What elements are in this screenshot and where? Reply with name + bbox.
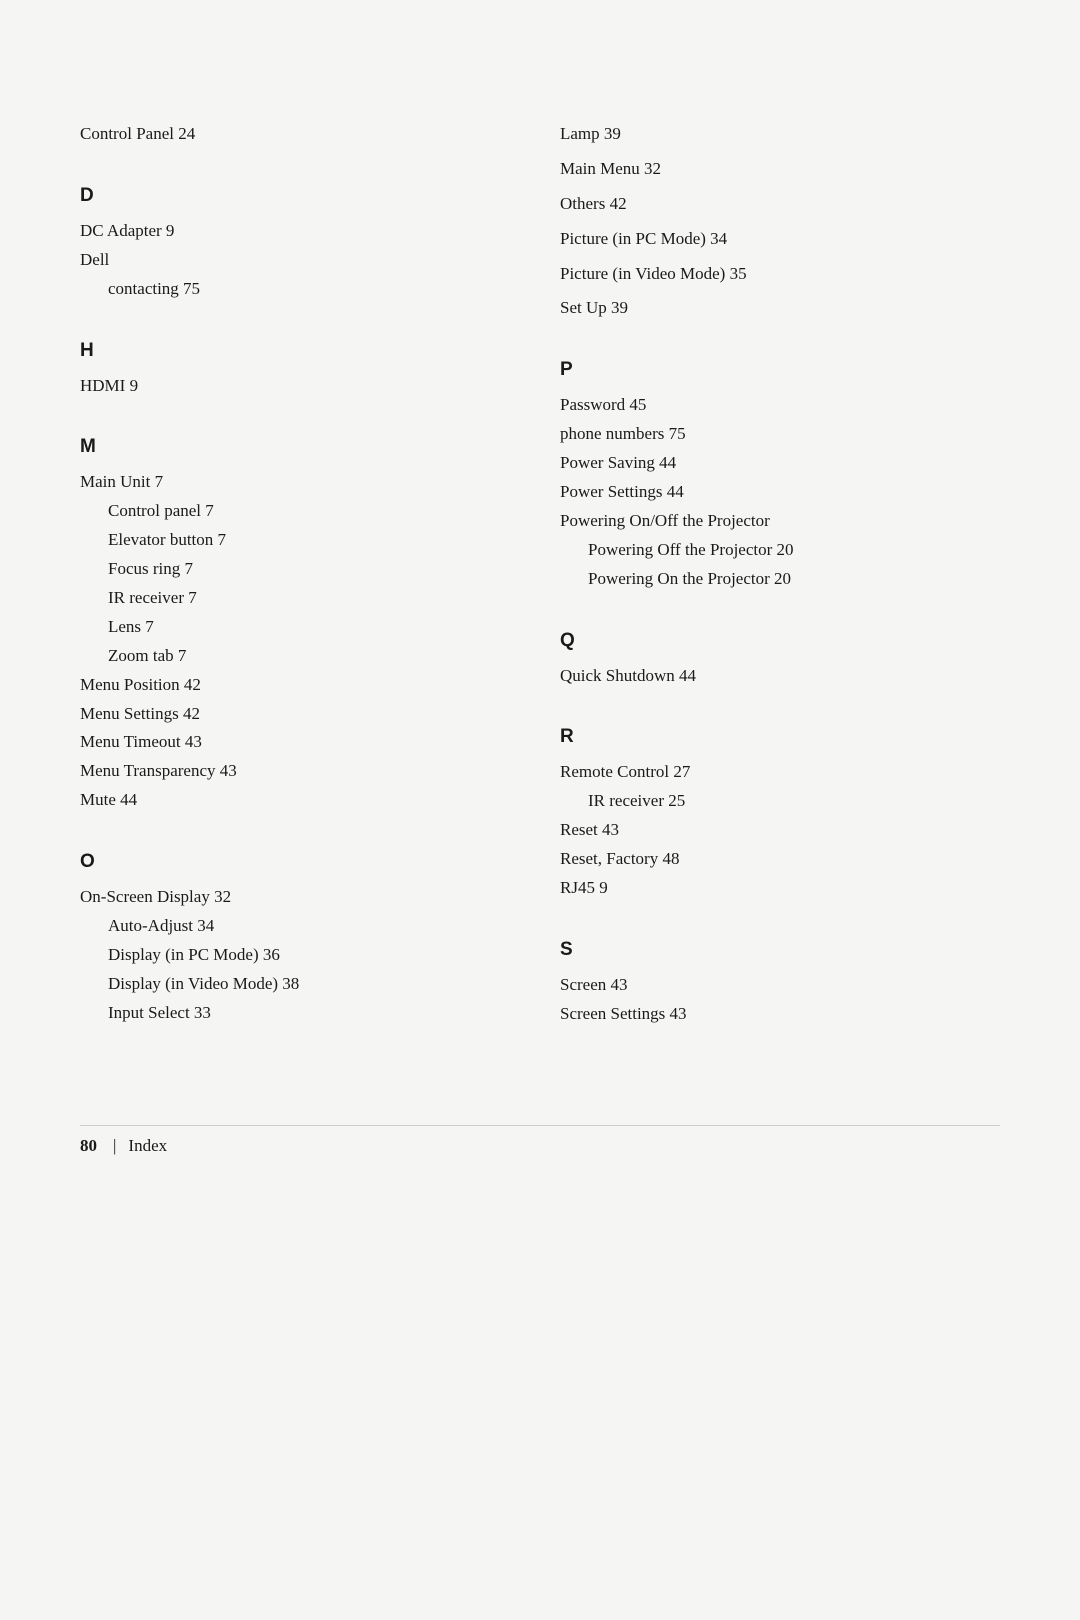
entry-hdmi: HDMI 9 [80,372,520,401]
section-h: H HDMI 9 [80,340,520,401]
entry-menu-settings: Menu Settings 42 [80,700,520,729]
page-footer: 80 | Index [80,1125,1000,1156]
entry-menu-timeout: Menu Timeout 43 [80,728,520,757]
entry-screen: Screen 43 [560,971,1000,1000]
entry-ir-receiver-m: IR receiver 7 [80,584,520,613]
entry-mute: Mute 44 [80,786,520,815]
entry-password: Password 45 [560,391,1000,420]
entry-on-screen-display: On-Screen Display 32 [80,883,520,912]
section-header-p: P [560,359,1000,381]
right-column: Lamp 39 Main Menu 32 Others 42 Picture (… [560,120,1000,1065]
entry-ir-receiver-r: IR receiver 25 [560,787,1000,816]
entry-menu-position: Menu Position 42 [80,671,520,700]
entry-auto-adjust: Auto-Adjust 34 [80,912,520,941]
entry-dell: Dell [80,246,520,275]
entry-quick-shutdown: Quick Shutdown 44 [560,662,1000,691]
left-top-entry-0: Control Panel 24 [80,120,520,149]
entry-reset-factory: Reset, Factory 48 [560,845,1000,874]
entry-contacting: contacting 75 [80,275,520,304]
entry-power-settings: Power Settings 44 [560,478,1000,507]
entry-main-unit: Main Unit 7 [80,468,520,497]
section-header-r: R [560,726,1000,748]
entry-zoom-tab: Zoom tab 7 [80,642,520,671]
entry-menu-transparency: Menu Transparency 43 [80,757,520,786]
entry-focus-ring: Focus ring 7 [80,555,520,584]
entry-display-pc-mode: Display (in PC Mode) 36 [80,941,520,970]
entry-remote-control: Remote Control 27 [560,758,1000,787]
left-top-entry-text-0: Control Panel 24 [80,124,195,143]
right-top-entries: Lamp 39 Main Menu 32 Others 42 Picture (… [560,120,1000,323]
section-header-h: H [80,340,520,362]
right-top-entry-2: Others 42 [560,190,1000,219]
section-q: Q Quick Shutdown 44 [560,630,1000,691]
entry-display-video-mode: Display (in Video Mode) 38 [80,970,520,999]
section-header-s: S [560,939,1000,961]
right-top-entry-4: Picture (in Video Mode) 35 [560,260,1000,289]
right-top-entry-5: Set Up 39 [560,294,1000,323]
entry-rj45: RJ45 9 [560,874,1000,903]
left-column: Control Panel 24 D DC Adapter 9 Dell con… [80,120,520,1065]
entry-dc-adapter: DC Adapter 9 [80,217,520,246]
entry-control-panel: Control panel 7 [80,497,520,526]
footer-label: Index [128,1136,167,1156]
section-p: P Password 45 phone numbers 75 Power Sav… [560,359,1000,593]
section-header-o: O [80,851,520,873]
entry-power-saving: Power Saving 44 [560,449,1000,478]
section-header-q: Q [560,630,1000,652]
entry-powering-on-off: Powering On/Off the Projector [560,507,1000,536]
page-number: 80 [80,1136,97,1156]
section-r: R Remote Control 27 IR receiver 25 Reset… [560,726,1000,902]
section-s: S Screen 43 Screen Settings 43 [560,939,1000,1029]
entry-elevator-button: Elevator button 7 [80,526,520,555]
section-o: O On-Screen Display 32 Auto-Adjust 34 Di… [80,851,520,1027]
right-top-entry-1: Main Menu 32 [560,155,1000,184]
entry-input-select: Input Select 33 [80,999,520,1028]
section-header-m: M [80,436,520,458]
entry-reset: Reset 43 [560,816,1000,845]
entry-powering-off: Powering Off the Projector 20 [560,536,1000,565]
section-m: M Main Unit 7 Control panel 7 Elevator b… [80,436,520,815]
right-top-entry-0: Lamp 39 [560,120,1000,149]
right-top-entry-3: Picture (in PC Mode) 34 [560,225,1000,254]
entry-phone-numbers: phone numbers 75 [560,420,1000,449]
entry-lens: Lens 7 [80,613,520,642]
entry-screen-settings: Screen Settings 43 [560,1000,1000,1029]
section-header-d: D [80,185,520,207]
footer-separator: | [113,1136,116,1156]
left-top-entries: Control Panel 24 [80,120,520,149]
entry-powering-on: Powering On the Projector 20 [560,565,1000,594]
section-d: D DC Adapter 9 Dell contacting 75 [80,185,520,304]
